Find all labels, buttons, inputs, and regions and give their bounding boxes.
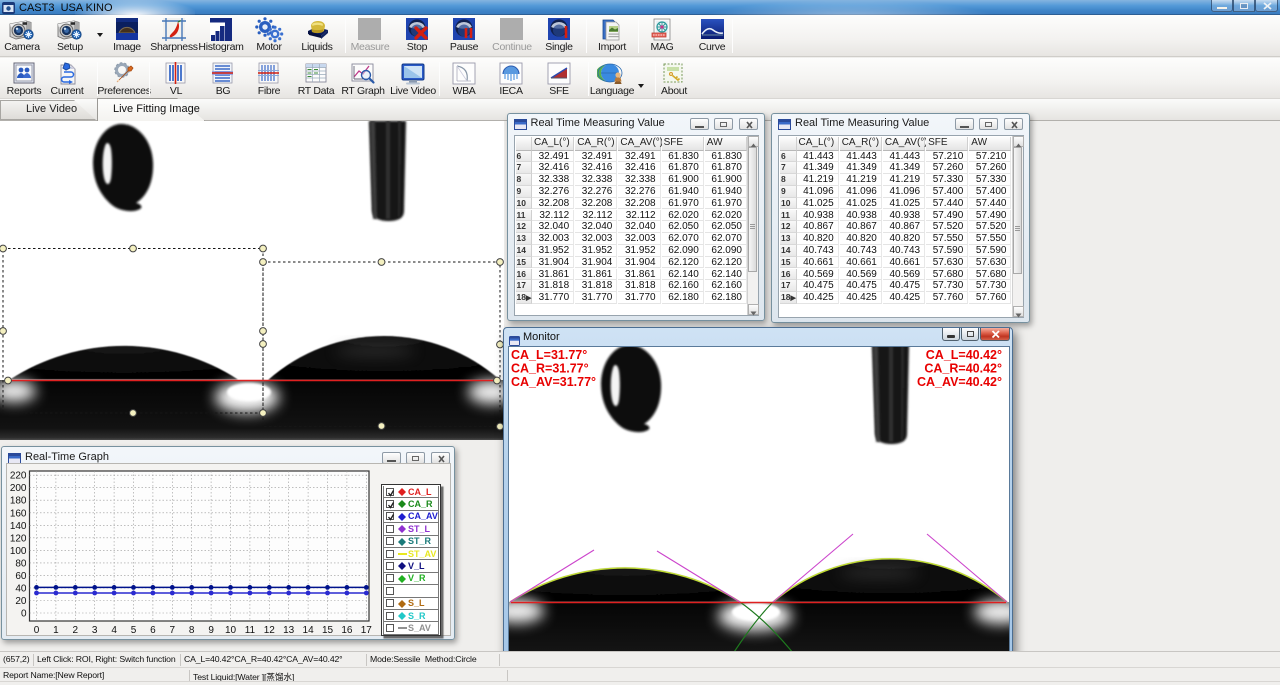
- svg-text:80: 80: [15, 558, 27, 569]
- svg-text:180: 180: [10, 496, 27, 507]
- svg-text:160: 160: [10, 508, 27, 519]
- svg-text:5: 5: [131, 625, 137, 635]
- svg-text:3: 3: [92, 625, 98, 635]
- svg-text:CA_AV=31.77°: CA_AV=31.77°: [511, 375, 596, 389]
- svg-text:200: 200: [10, 483, 27, 494]
- svg-text:220: 220: [10, 471, 27, 482]
- svg-text:0: 0: [21, 609, 27, 620]
- svg-text:40: 40: [15, 583, 27, 594]
- svg-text:6: 6: [150, 625, 156, 635]
- svg-text:60: 60: [15, 571, 27, 582]
- svg-text:7: 7: [170, 625, 176, 635]
- svg-text:20: 20: [15, 596, 27, 607]
- svg-text:15: 15: [322, 625, 334, 635]
- svg-text:120: 120: [10, 533, 27, 544]
- svg-text:17: 17: [361, 625, 373, 635]
- svg-text:11: 11: [245, 625, 256, 635]
- svg-text:CA_AV=40.42°: CA_AV=40.42°: [917, 375, 1002, 389]
- svg-text:8: 8: [189, 625, 195, 635]
- svg-text:10: 10: [225, 625, 237, 635]
- svg-text:140: 140: [10, 521, 27, 532]
- svg-text:9: 9: [208, 625, 214, 635]
- svg-text:4: 4: [111, 625, 117, 635]
- svg-text:100: 100: [10, 546, 27, 557]
- svg-text:CA_L=40.42°: CA_L=40.42°: [926, 348, 1002, 362]
- svg-text:2: 2: [73, 625, 79, 635]
- svg-text:CA_R=31.77°: CA_R=31.77°: [511, 362, 589, 376]
- svg-text:CA_L=31.77°: CA_L=31.77°: [511, 348, 587, 362]
- svg-text:0: 0: [34, 625, 40, 635]
- svg-text:13: 13: [283, 625, 295, 635]
- svg-text:CA_R=40.42°: CA_R=40.42°: [924, 362, 1002, 376]
- svg-text:14: 14: [303, 625, 315, 635]
- svg-text:12: 12: [264, 625, 276, 635]
- svg-text:1: 1: [53, 625, 59, 635]
- svg-text:16: 16: [341, 625, 353, 635]
